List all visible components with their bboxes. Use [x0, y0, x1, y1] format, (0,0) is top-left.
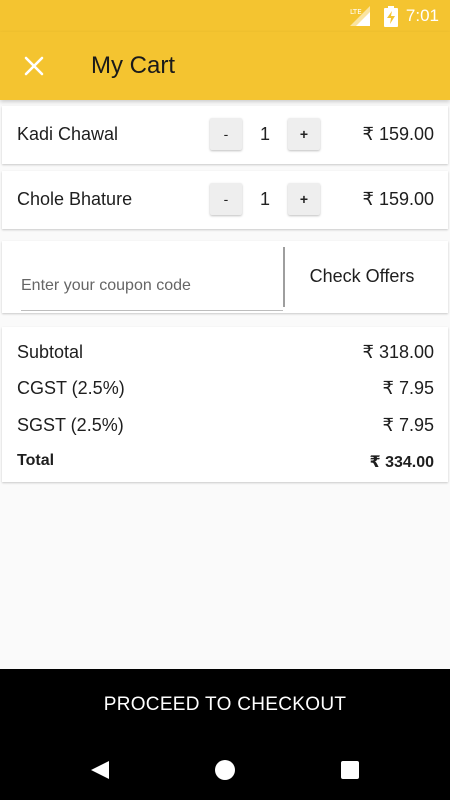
sgst-label: SGST (2.5%) — [17, 415, 124, 435]
item-name: Chole Bhature — [17, 189, 133, 209]
coupon-divider — [283, 247, 285, 307]
sgst-value: ₹ 7.95 — [382, 415, 435, 435]
proceed-to-checkout-button[interactable]: PROCEED TO CHECKOUT — [0, 669, 450, 740]
lte-signal-icon: LTE — [350, 6, 370, 26]
order-summary: Subtotal ₹ 318.00 CGST (2.5%) ₹ 7.95 SGS… — [2, 327, 448, 482]
svg-text:LTE: LTE — [350, 8, 362, 16]
item-quantity: 1 — [259, 124, 270, 144]
close-icon[interactable] — [20, 52, 48, 80]
item-quantity: 1 — [259, 189, 270, 209]
back-triangle-icon[interactable] — [89, 759, 111, 781]
battery-charging-icon — [384, 6, 398, 27]
page-title: My Cart — [91, 52, 175, 79]
system-nav-bar — [0, 740, 450, 800]
decrease-quantity-button[interactable]: - — [210, 183, 242, 215]
item-price: ₹ 159.00 — [362, 124, 434, 144]
increase-quantity-button[interactable]: + — [288, 118, 320, 150]
coupon-input[interactable] — [21, 257, 283, 311]
total-value: ₹ 334.00 — [369, 454, 434, 471]
recent-apps-square-icon[interactable] — [341, 761, 359, 779]
cart-item: Kadi Chawal - 1 + ₹ 159.00 — [2, 106, 448, 164]
coupon-card: Check Offers — [2, 241, 448, 313]
cart-item: Chole Bhature - 1 + ₹ 159.00 — [2, 171, 448, 229]
app-bar: My Cart — [0, 32, 450, 100]
total-label: Total — [17, 452, 55, 469]
cgst-value: ₹ 7.95 — [382, 378, 435, 398]
decrease-quantity-button[interactable]: - — [210, 118, 242, 150]
home-circle-icon[interactable] — [215, 760, 235, 780]
status-bar: LTE 7:01 — [0, 0, 450, 32]
subtotal-value: ₹ 318.00 — [362, 342, 434, 362]
item-name: Kadi Chawal — [17, 124, 119, 144]
status-time: 7:01 — [405, 6, 439, 25]
cgst-label: CGST (2.5%) — [17, 378, 125, 398]
check-offers-button[interactable]: Check Offers — [286, 241, 438, 311]
item-price: ₹ 159.00 — [362, 189, 434, 209]
increase-quantity-button[interactable]: + — [288, 183, 320, 215]
subtotal-label: Subtotal — [17, 342, 84, 362]
